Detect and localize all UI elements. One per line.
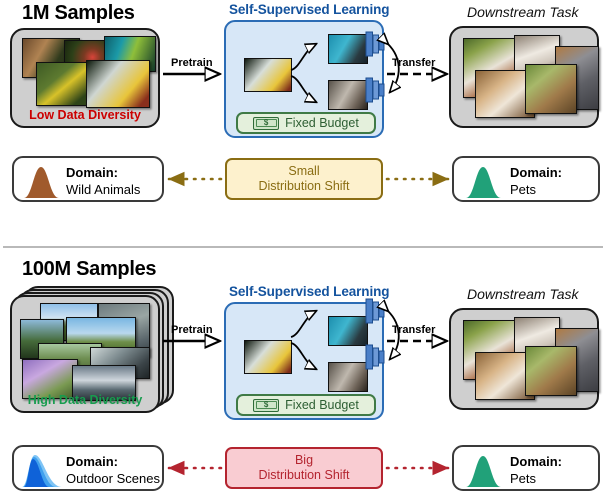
distribution-shift-pill: Small Distribution Shift (225, 158, 383, 200)
shift-line-1: Big (294, 453, 314, 468)
downstream-task-card (449, 308, 599, 410)
samples-title: 100M Samples (22, 258, 157, 280)
shift-line-2: Distribution Shift (258, 179, 350, 193)
ssl-view-2-image (328, 80, 368, 110)
fixed-budget-label: Fixed Budget (285, 116, 359, 130)
ssl-source-image (244, 58, 292, 92)
fixed-budget-chip: $ Fixed Budget (236, 394, 376, 416)
target-domain-pill: Domain: Pets (452, 156, 600, 202)
downstream-title: Downstream Task (467, 286, 579, 302)
ssl-title: Self-Supervised Learning (229, 284, 390, 299)
domain-value: Outdoor Scenes (66, 471, 160, 486)
samples-title: 1M Samples (22, 2, 135, 24)
domain-label: Domain: (510, 165, 562, 180)
downstream-task-card (449, 26, 599, 128)
ssl-view-2-image (328, 362, 368, 392)
domain-value: Pets (510, 471, 537, 486)
fixed-budget-chip: $ Fixed Budget (236, 112, 376, 134)
pretraining-dataset-card: High Data Diversity (10, 295, 160, 413)
section-divider (3, 246, 603, 248)
distribution-curve-icon (466, 456, 501, 487)
domain-label: Domain: (66, 454, 118, 469)
dataset-diversity-label: High Data Diversity (27, 393, 143, 407)
downstream-title: Downstream Task (467, 4, 579, 20)
pretraining-dataset-card: Low Data Diversity (10, 28, 160, 128)
source-domain-pill: Domain: Outdoor Scenes (12, 445, 164, 491)
distribution-curve-icon (24, 167, 59, 198)
dataset-diversity-label: Low Data Diversity (29, 108, 141, 122)
ssl-source-image (244, 340, 292, 374)
distribution-curve-icon (466, 167, 501, 198)
pretrain-arrow-label: Pretrain (171, 324, 213, 336)
money-bill-icon: $ (253, 116, 280, 130)
domain-value: Pets (510, 182, 537, 197)
ssl-box: $ Fixed Budget (224, 302, 384, 420)
dataset-thumbnail (86, 60, 150, 108)
money-bill-icon: $ (253, 398, 280, 412)
pretrain-arrow-label: Pretrain (171, 57, 213, 69)
row-1m-panel: 1M Samples Low Data Diversity Pretrain S… (0, 0, 606, 244)
distribution-curve-icon (22, 455, 62, 487)
domain-label: Domain: (510, 454, 562, 469)
fixed-budget-label: Fixed Budget (285, 398, 359, 412)
domain-label: Domain: (66, 165, 118, 180)
ssl-view-1-image (328, 34, 368, 64)
ssl-title: Self-Supervised Learning (229, 2, 390, 17)
transfer-arrow-label: Transfer (392, 324, 436, 336)
source-domain-pill: Domain: Wild Animals (12, 156, 164, 202)
distribution-shift-pill: Big Distribution Shift (225, 447, 383, 489)
ssl-view-1-image (328, 316, 368, 346)
transfer-arrow-label: Transfer (392, 57, 436, 69)
domain-value: Wild Animals (66, 182, 141, 197)
ssl-box: $ Fixed Budget (224, 20, 384, 138)
target-domain-pill: Domain: Pets (452, 445, 600, 491)
shift-line-2: Distribution Shift (258, 468, 350, 482)
shift-line-1: Small (288, 164, 320, 179)
row-100m-panel: 100M Samples High Data Diversity Pretrai… (0, 256, 606, 500)
downstream-thumbnail (525, 346, 577, 396)
downstream-thumbnail (525, 64, 577, 114)
